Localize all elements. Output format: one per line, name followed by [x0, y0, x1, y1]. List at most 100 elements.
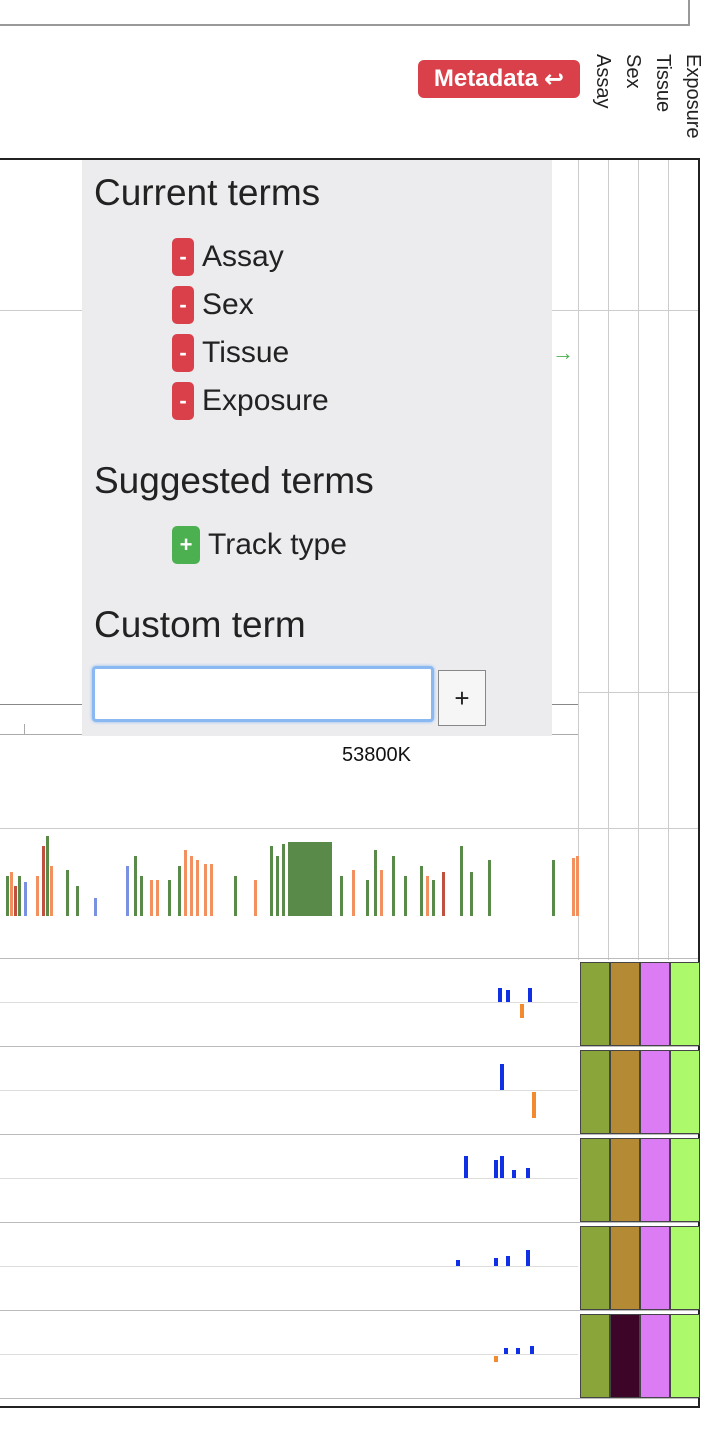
signal-peak: [528, 988, 532, 1002]
annotation-bar: [36, 876, 39, 916]
track-baseline: [0, 1090, 578, 1091]
metadata-button[interactable]: Metadata ↩: [418, 60, 580, 98]
metadata-cell-exposure[interactable]: [670, 1050, 700, 1134]
annotation-bar: [126, 866, 129, 916]
signal-peak: [530, 1346, 534, 1354]
remove-term-button[interactable]: -: [172, 382, 194, 420]
annotation-bar: [42, 846, 45, 916]
metadata-cell-tissue[interactable]: [640, 962, 670, 1046]
custom-term-input[interactable]: [92, 666, 434, 722]
metadata-cell-assay[interactable]: [580, 1138, 610, 1222]
metadata-cell-sex[interactable]: [610, 1050, 640, 1134]
annotation-bar: [426, 876, 429, 916]
metadata-cell-exposure[interactable]: [670, 962, 700, 1046]
annotation-bar: [470, 872, 473, 916]
metadata-cell-sex[interactable]: [610, 1138, 640, 1222]
signal-peak: [464, 1156, 468, 1178]
term-label: Assay: [202, 240, 284, 273]
metadata-cell-sex[interactable]: [610, 1314, 640, 1398]
signal-peak: [506, 990, 510, 1002]
remove-term-button[interactable]: -: [172, 238, 194, 276]
annotation-bar: [392, 856, 395, 916]
signal-peak: [498, 988, 502, 1002]
term-label: Track type: [208, 528, 347, 561]
annotation-bar: [178, 866, 181, 916]
annotation-bar: [14, 886, 17, 916]
annotation-bar: [380, 870, 383, 916]
ruler-line: [552, 704, 578, 705]
metadata-cell-sex[interactable]: [610, 962, 640, 1046]
metadata-cell-tissue[interactable]: [640, 1314, 670, 1398]
signal-peak: [500, 1156, 504, 1178]
signal-peak: [532, 1092, 536, 1118]
annotation-bar: [254, 880, 257, 916]
ruler-tick: [24, 724, 25, 734]
column-label-tissue[interactable]: Tissue: [644, 54, 674, 150]
annotation-bar: [340, 876, 343, 916]
metadata-cell-assay[interactable]: [580, 1314, 610, 1398]
metadata-cell-tissue[interactable]: [640, 1050, 670, 1134]
signal-peak: [494, 1160, 498, 1178]
grid-line: [0, 310, 82, 311]
annotation-bar: [442, 872, 445, 916]
ruler-line: [0, 704, 82, 705]
annotation-bar: [288, 842, 332, 916]
metadata-cell-assay[interactable]: [580, 962, 610, 1046]
metadata-cell-exposure[interactable]: [670, 1314, 700, 1398]
term-label: Sex: [202, 288, 254, 321]
metadata-cell-assay[interactable]: [580, 1050, 610, 1134]
annotation-bar: [352, 870, 355, 916]
grid-line: [0, 958, 698, 959]
add-custom-term-button[interactable]: +: [438, 670, 486, 726]
annotation-bar: [572, 858, 575, 916]
metadata-button-label: Metadata: [433, 65, 538, 92]
column-label-sex[interactable]: Sex: [614, 54, 644, 150]
annotation-bar: [420, 866, 423, 916]
remove-term-button[interactable]: -: [172, 334, 194, 372]
metadata-cell-exposure[interactable]: [670, 1138, 700, 1222]
metadata-cell-assay[interactable]: [580, 1226, 610, 1310]
term-label: Exposure: [202, 384, 329, 417]
signal-peak: [494, 1258, 498, 1266]
annotation-bar: [374, 850, 377, 916]
track-separator: [0, 1046, 698, 1047]
term-label: Tissue: [202, 336, 290, 369]
annotation-bar: [234, 876, 237, 916]
grid-line: [0, 828, 698, 829]
annotation-bar: [576, 856, 579, 916]
column-label-exposure[interactable]: Exposure: [674, 54, 704, 150]
annotation-bar: [190, 856, 193, 916]
annotation-bar: [204, 864, 207, 916]
annotation-bar: [66, 870, 69, 916]
metadata-cell-sex[interactable]: [610, 1226, 640, 1310]
annotation-bar: [196, 860, 199, 916]
metadata-cell-tissue[interactable]: [640, 1138, 670, 1222]
annotation-bar: [270, 846, 273, 916]
track-baseline: [0, 1266, 578, 1267]
remove-term-button[interactable]: -: [172, 286, 194, 324]
grid-line: [668, 160, 669, 960]
arrow-right-icon: →: [552, 340, 574, 365]
signal-peak: [512, 1170, 516, 1178]
signal-peak: [456, 1260, 460, 1266]
metadata-cell-exposure[interactable]: [670, 1226, 700, 1310]
track-baseline: [0, 1354, 578, 1355]
suggested-term-track-type: + Track type: [172, 526, 347, 564]
signal-peak: [504, 1348, 508, 1354]
column-label-assay[interactable]: Assay: [584, 54, 614, 150]
track-separator: [0, 1310, 698, 1311]
return-arrow-icon: ↩: [543, 65, 565, 93]
metadata-terms-popup: Current terms - Assay - Sex - Tissue - E…: [82, 160, 552, 736]
annotation-bar: [10, 872, 13, 916]
annotation-bar: [134, 856, 137, 916]
signal-peak: [494, 1356, 498, 1362]
annotation-bar: [140, 876, 143, 916]
metadata-cell-tissue[interactable]: [640, 1226, 670, 1310]
track-baseline: [0, 1178, 578, 1179]
add-term-button[interactable]: +: [172, 526, 200, 564]
annotation-bar: [210, 864, 213, 916]
signal-peak: [516, 1348, 520, 1354]
annotation-bar: [276, 856, 279, 916]
grid-line: [638, 160, 639, 960]
suggested-terms-heading: Suggested terms: [94, 460, 374, 501]
